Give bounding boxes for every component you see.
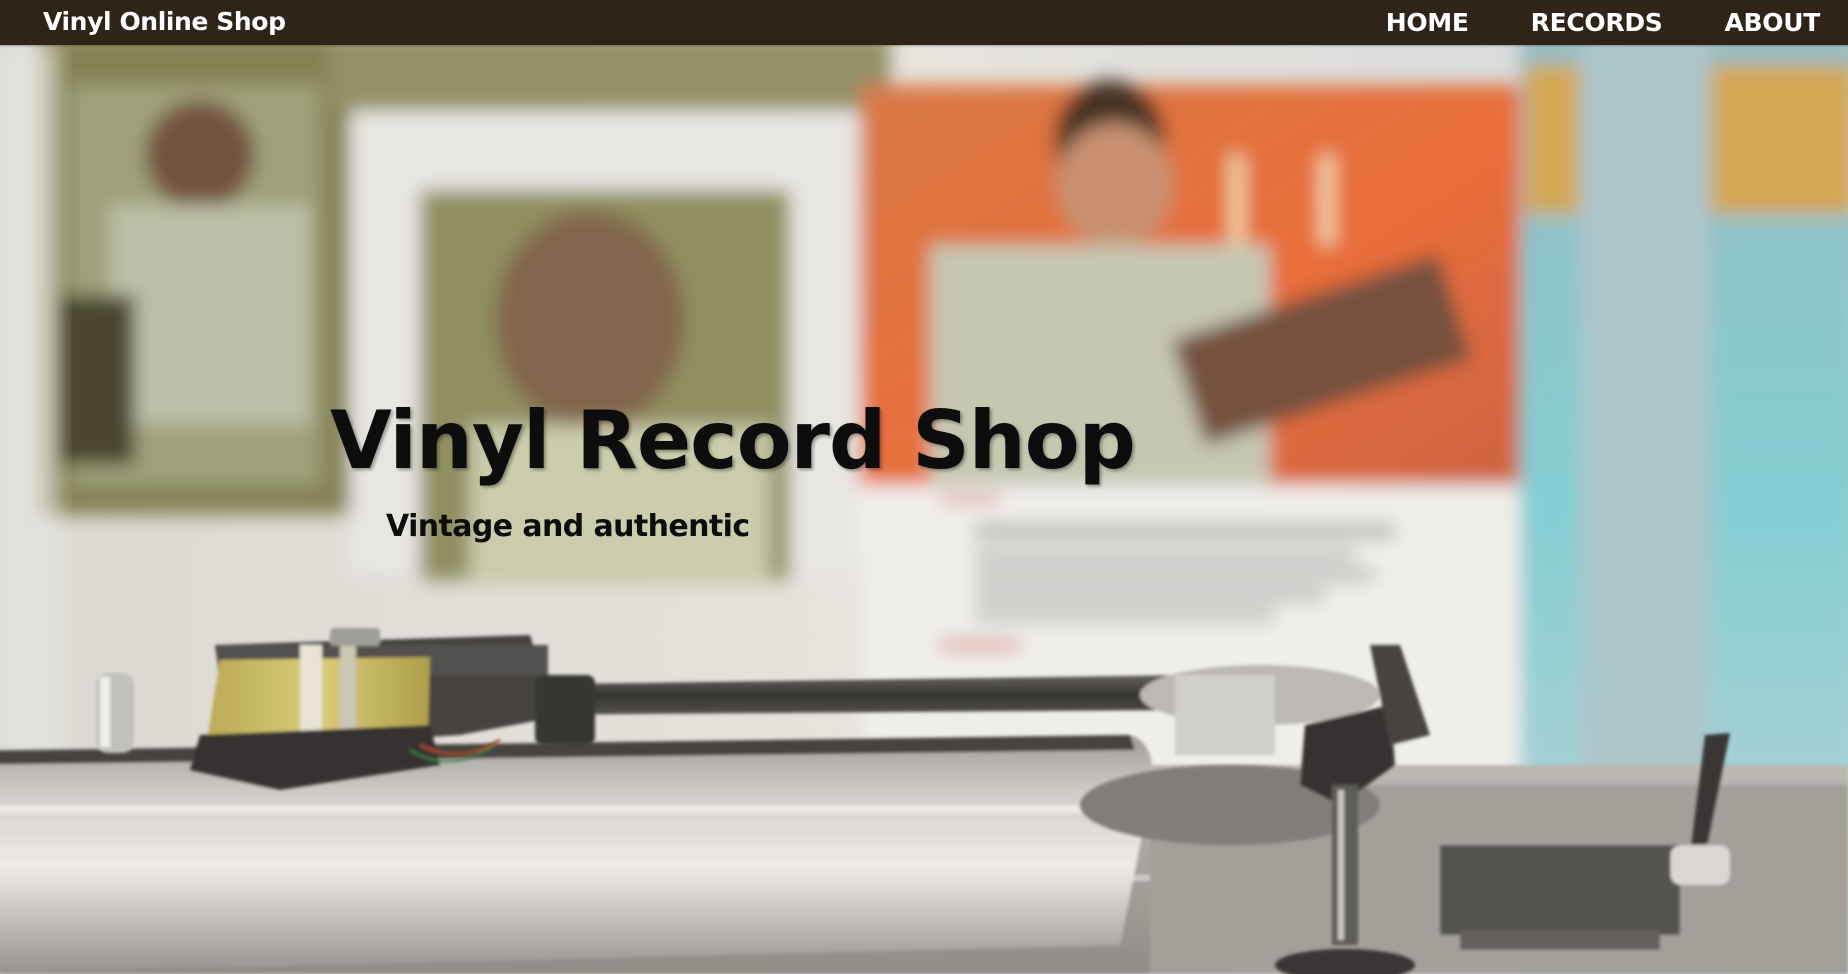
hero-section: Vinyl Record Shop Vintage and authentic (0, 45, 1848, 974)
nav-links: HOME RECORDS ABOUT (1386, 0, 1821, 45)
hero-background-image (0, 45, 1848, 974)
nav-link-home[interactable]: HOME (1386, 1, 1469, 44)
brand-link[interactable]: Vinyl Online Shop (43, 0, 286, 45)
page: Vinyl Online Shop HOME RECORDS ABOUT Vin… (0, 0, 1848, 974)
nav-link-records[interactable]: RECORDS (1531, 1, 1663, 44)
navbar: Vinyl Online Shop HOME RECORDS ABOUT (0, 0, 1848, 45)
hero-title: Vinyl Record Shop (330, 394, 1136, 487)
nav-link-about[interactable]: ABOUT (1724, 1, 1820, 44)
hero-subtitle: Vintage and authentic (386, 509, 750, 544)
